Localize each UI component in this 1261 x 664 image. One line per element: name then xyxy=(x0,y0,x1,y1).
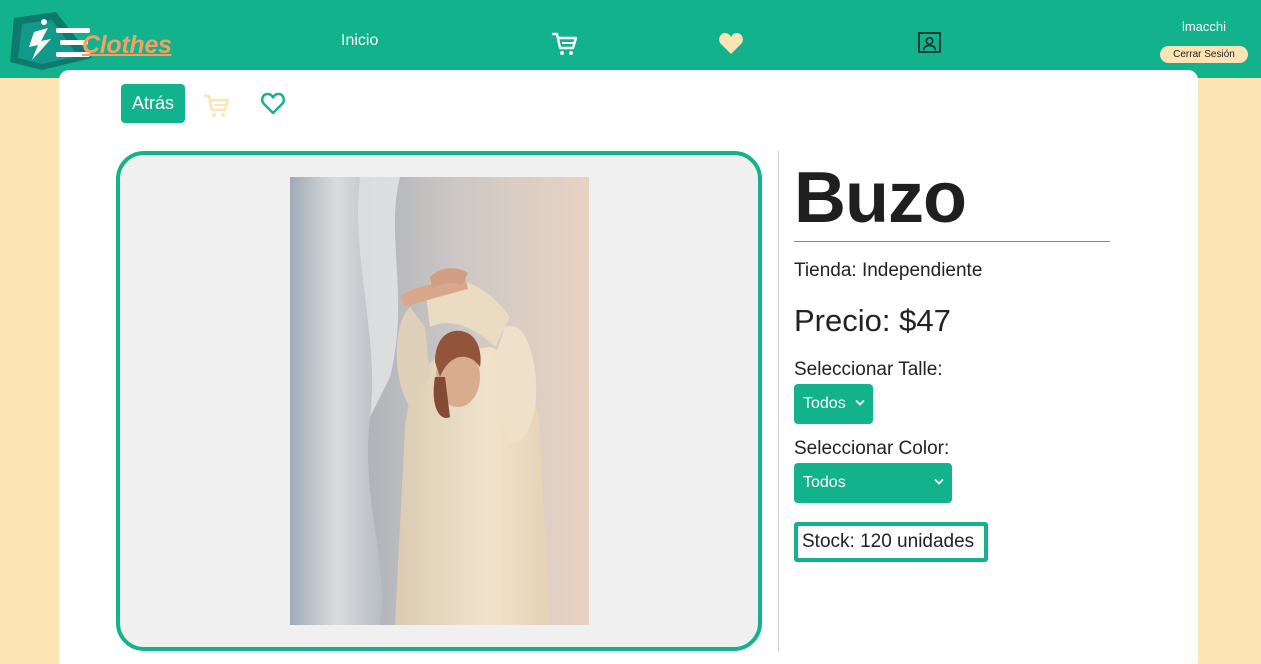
title-divider xyxy=(794,241,1110,242)
brand-name[interactable]: Clothes xyxy=(82,31,172,60)
store-name: Tienda: Independiente xyxy=(794,260,983,281)
top-navbar: Clothes Inicio lmacchi Cerrar Sesión xyxy=(0,0,1261,78)
color-label: Seleccionar Color: xyxy=(794,438,950,459)
chevron-down-icon xyxy=(855,400,865,406)
heart-icon[interactable] xyxy=(718,32,744,56)
color-select-value: Todos xyxy=(803,474,846,491)
username-label: lmacchi xyxy=(1181,19,1227,34)
product-title: Buzo xyxy=(794,158,967,238)
nav-home-link[interactable]: Inicio xyxy=(341,32,378,50)
back-button[interactable]: Atrás xyxy=(121,84,185,123)
size-select-value: Todos xyxy=(803,395,846,412)
product-photo[interactable] xyxy=(290,177,589,625)
color-select[interactable]: Todos xyxy=(794,463,952,503)
stock-indicator: Stock: 120 unidades xyxy=(794,522,988,562)
logout-button[interactable]: Cerrar Sesión xyxy=(1160,46,1248,63)
heart-outline-icon[interactable] xyxy=(260,92,286,116)
size-label: Seleccionar Talle: xyxy=(794,359,943,380)
user-icon[interactable] xyxy=(918,31,942,55)
size-select[interactable]: Todos xyxy=(794,384,873,424)
product-price: Precio: $47 xyxy=(794,303,951,338)
chevron-down-icon xyxy=(934,479,944,485)
stock-text: Stock: 120 unidades xyxy=(802,531,975,552)
add-to-cart-icon[interactable] xyxy=(203,93,231,119)
vertical-divider xyxy=(778,151,779,651)
cart-icon[interactable] xyxy=(551,31,579,57)
